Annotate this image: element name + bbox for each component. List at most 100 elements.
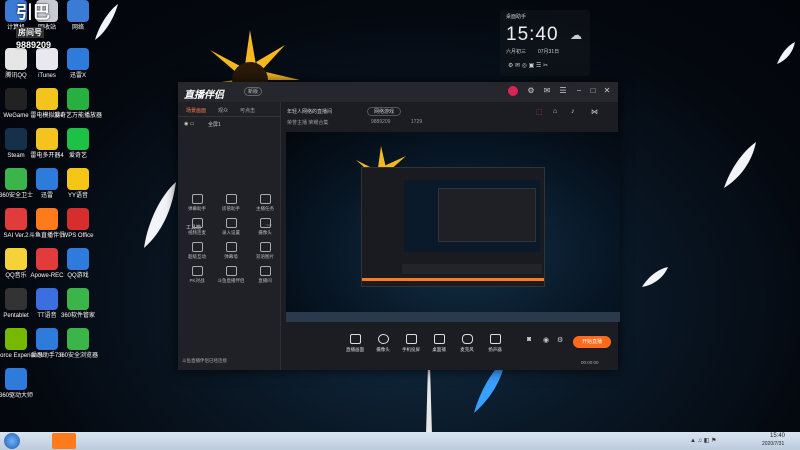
tool-icon [191, 218, 203, 228]
nested-controls [402, 264, 542, 274]
toolbox-item[interactable]: PK对战 [182, 264, 212, 288]
tray-icons[interactable]: ▲ ♫ ◧ ⚑ [690, 437, 717, 444]
tool-icon [191, 194, 203, 204]
widget-date: 07月31日 [538, 49, 560, 55]
taskbar: ▲ ♫ ◧ ⚑ 15:40 2020/7/31 [0, 432, 800, 450]
toolbox-item[interactable]: 直播间 [250, 264, 280, 288]
divider [178, 116, 280, 117]
version-badge: 新版 [244, 87, 263, 96]
toolbox-item[interactable]: 双语图片 [250, 240, 280, 264]
tool-icon [259, 266, 271, 276]
nested-bar [362, 278, 544, 281]
tool-label: 弹幕墙 [224, 254, 238, 259]
tool-icon [225, 242, 237, 252]
tool-icon [259, 194, 271, 204]
tool-icon [191, 242, 203, 252]
close-button[interactable]: ✕ [602, 86, 612, 96]
nested-app-preview [361, 167, 545, 287]
gift-icon[interactable]: ⬚ [536, 108, 543, 116]
tab-audience[interactable]: 观众 [218, 107, 228, 114]
desktop-clock-widget[interactable]: 桌面助手 15:40 六月初三 07月31日 ☁ ⚙ ✉ ◎ ▣ ☰ ✂ [500, 10, 590, 76]
share-icon[interactable]: ⋈ [591, 108, 598, 116]
desktop: 计算机回收站网络腾讯QQiTunes迅雷XWeGame雷电模拟器4爱奇艺万能播放… [0, 0, 800, 432]
menu-icon[interactable]: ☰ [558, 86, 568, 96]
stream-preview[interactable] [286, 132, 620, 322]
avatar[interactable] [508, 86, 518, 96]
bell-icon[interactable]: ♪ [571, 108, 575, 115]
record-icon[interactable]: ◙ [527, 336, 531, 343]
app-titlebar: 直播伴侣 新版 ⚙ ✉ ☰ − □ ✕ [178, 82, 618, 102]
tool-icon [225, 266, 237, 276]
feather-icon [642, 267, 668, 287]
widget-time: 15:40 [506, 24, 559, 45]
maximize-button[interactable]: □ [588, 86, 598, 96]
taskbar-date: 2020/7/31 [762, 441, 785, 447]
stream-timer: 00:00:00 [581, 360, 599, 365]
monitor-icon [349, 334, 361, 344]
room-title[interactable]: 年轻人网络的直播间 [287, 108, 332, 115]
overlay-room-number: 9889209 [16, 40, 52, 50]
start-stream-button[interactable]: 开始直播 [573, 336, 611, 348]
feedback-icon[interactable]: ✉ [542, 86, 552, 96]
scene-item[interactable]: 全屏1 [208, 121, 221, 128]
desktop-icon-label: WPS Office [62, 233, 94, 239]
room-line: 荣誉主播 荣耀合集 [287, 120, 329, 126]
taskbar-douyu-app[interactable] [52, 433, 76, 449]
nested-preview-inner [438, 188, 536, 242]
tool-label: 双语图片 [256, 254, 274, 259]
desktop-icon-label: 360软件管家 [60, 313, 95, 319]
desktop-icon-item[interactable]: 360驱动大师 [0, 368, 44, 418]
douyu-streaming-app-window: 直播伴侣 新版 ⚙ ✉ ☰ − □ ✕ 场景画面 观众 可点击 ◉ ▭ 全屏1 … [178, 82, 620, 370]
toolbox-item[interactable]: 主播任务 [250, 192, 280, 216]
tool-label: 超级互动 [188, 254, 206, 259]
app-icon [67, 328, 89, 350]
eye-icon[interactable]: ◉ ▭ [184, 121, 194, 127]
tab-scenes[interactable]: 场景画面 [186, 107, 206, 114]
wallpaper-stalk [426, 365, 432, 432]
tab-clickable[interactable]: 可点击 [240, 107, 255, 114]
room-category[interactable]: 网络游戏 [367, 107, 402, 116]
settings-icon[interactable]: ⚙ [526, 86, 536, 96]
view-icon[interactable]: ◉ [543, 336, 549, 344]
tool-label: 主播任务 [256, 206, 274, 211]
widget-weekday: 六月初三 [506, 49, 527, 55]
toolbox-item[interactable]: 视频连麦 [182, 216, 212, 240]
camera-button[interactable]: 摄像头 [369, 334, 397, 353]
desktop-icon-label: YY语音 [67, 193, 88, 199]
phone-cast-button[interactable]: 手机投屏 [397, 334, 425, 353]
tool-icon [225, 194, 237, 204]
feather-icon [724, 142, 756, 188]
app-icon [67, 88, 89, 110]
screen-capture-button[interactable]: 直播画面 [341, 334, 369, 353]
preview-taskbar [286, 312, 620, 322]
tool-icon [259, 218, 271, 228]
phone-icon [405, 334, 417, 344]
start-menu-button[interactable] [4, 433, 20, 449]
settings-icon[interactable]: ⚙ [557, 336, 563, 344]
toolbox-item[interactable]: 斗鱼直播伴侣 [216, 264, 246, 288]
toolbox-item[interactable]: 弹幕墙 [216, 240, 246, 264]
toolbox-item[interactable]: 摄像头 [250, 216, 280, 240]
fans-count: 1729 [411, 119, 423, 125]
microphone-button[interactable]: 麦克风 [453, 334, 481, 353]
toolbox-item[interactable]: 录入设置 [216, 216, 246, 240]
speaker-button[interactable]: 扬声器 [481, 334, 509, 353]
room-id: 9889209 [371, 119, 391, 125]
tool-label: 视频连麦 [188, 230, 206, 235]
lock-icon[interactable]: ⌂ [553, 108, 557, 115]
app-left-panel: 场景画面 观众 可点击 ◉ ▭ 全屏1 工具箱 ⋯ 弹幕助手 房管助手 主播任务 视频… [178, 102, 281, 370]
widget-title: 桌面助手 [506, 14, 527, 20]
tool-label: 录入设置 [222, 230, 240, 235]
toolbox-item[interactable]: 超级互动 [182, 240, 212, 264]
widget-tools-icons[interactable]: ⚙ ✉ ◎ ▣ ☰ ✂ [508, 62, 548, 69]
toolbox-item[interactable]: 房管助手 [216, 192, 246, 216]
feather-icon [777, 42, 795, 64]
desktop-icon-item[interactable]: 360安全浏览器 [50, 328, 106, 378]
app-icon [67, 0, 89, 22]
desktop-capture-button[interactable]: 桌面捕 [425, 334, 453, 353]
minimize-button[interactable]: − [574, 86, 584, 96]
desktop-icon-label: 爱奇艺 [68, 153, 87, 159]
tool-label: 直播间 [258, 278, 272, 283]
weather-icon: ☁ [570, 28, 582, 42]
toolbox-item[interactable]: 弹幕助手 [182, 192, 212, 216]
